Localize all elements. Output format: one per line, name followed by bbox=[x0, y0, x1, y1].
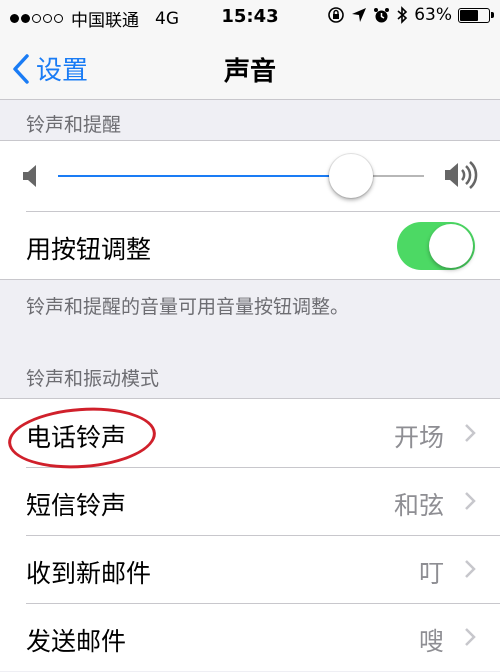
battery-icon bbox=[458, 7, 494, 23]
chevron-right-icon bbox=[465, 424, 476, 442]
ringer-group: 用按钮调整 bbox=[0, 140, 500, 280]
orientation-lock-icon bbox=[328, 7, 345, 23]
list-item-value: 嗖 bbox=[418, 627, 444, 656]
battery-fill bbox=[460, 9, 478, 21]
chevron-right-icon bbox=[465, 560, 476, 578]
volume-slider-row bbox=[0, 141, 500, 211]
volume-slider[interactable] bbox=[58, 154, 424, 198]
chevron-right-icon bbox=[465, 628, 476, 646]
toggle-knob bbox=[429, 224, 473, 268]
list-item-sent-mail[interactable]: 发送邮件 嗖 bbox=[0, 603, 500, 671]
page-title: 声音 bbox=[223, 57, 276, 87]
adjust-with-buttons-toggle[interactable] bbox=[397, 222, 475, 270]
status-right: 63% bbox=[327, 5, 494, 25]
ringer-footer-note: 铃声和提醒的音量可用音量按钮调整。 bbox=[26, 296, 350, 318]
volume-slider-fill bbox=[58, 175, 351, 177]
list-item-label: 短信铃声 bbox=[26, 491, 127, 520]
volume-slider-thumb[interactable] bbox=[328, 154, 373, 198]
battery-percent: 63% bbox=[414, 5, 452, 25]
section-header-sounds: 铃声和振动模式 bbox=[26, 368, 160, 390]
list-item-value: 开场 bbox=[393, 423, 444, 452]
volume-high-icon bbox=[445, 161, 478, 189]
status-bar: 中国联通 4G 15:43 63% bbox=[0, 0, 500, 34]
location-icon bbox=[352, 8, 367, 22]
bluetooth-icon bbox=[397, 6, 408, 24]
alarm-icon bbox=[374, 7, 390, 22]
adjust-with-buttons-label: 用按钮调整 bbox=[26, 235, 152, 264]
section-header-ringer: 铃声和提醒 bbox=[26, 114, 122, 136]
list-item-value: 和弦 bbox=[393, 491, 444, 520]
list-item-value: 叮 bbox=[418, 559, 444, 588]
adjust-with-buttons-row: 用按钮调整 bbox=[0, 211, 500, 279]
list-item-label: 发送邮件 bbox=[26, 627, 127, 656]
chevron-right-icon bbox=[465, 492, 476, 510]
list-item-text-tone[interactable]: 短信铃声 和弦 bbox=[0, 467, 500, 535]
navigation-bar: 设置 声音 bbox=[0, 34, 500, 100]
list-item-new-mail[interactable]: 收到新邮件 叮 bbox=[0, 535, 500, 603]
list-item-label: 收到新邮件 bbox=[26, 559, 152, 588]
volume-low-icon bbox=[23, 165, 36, 187]
